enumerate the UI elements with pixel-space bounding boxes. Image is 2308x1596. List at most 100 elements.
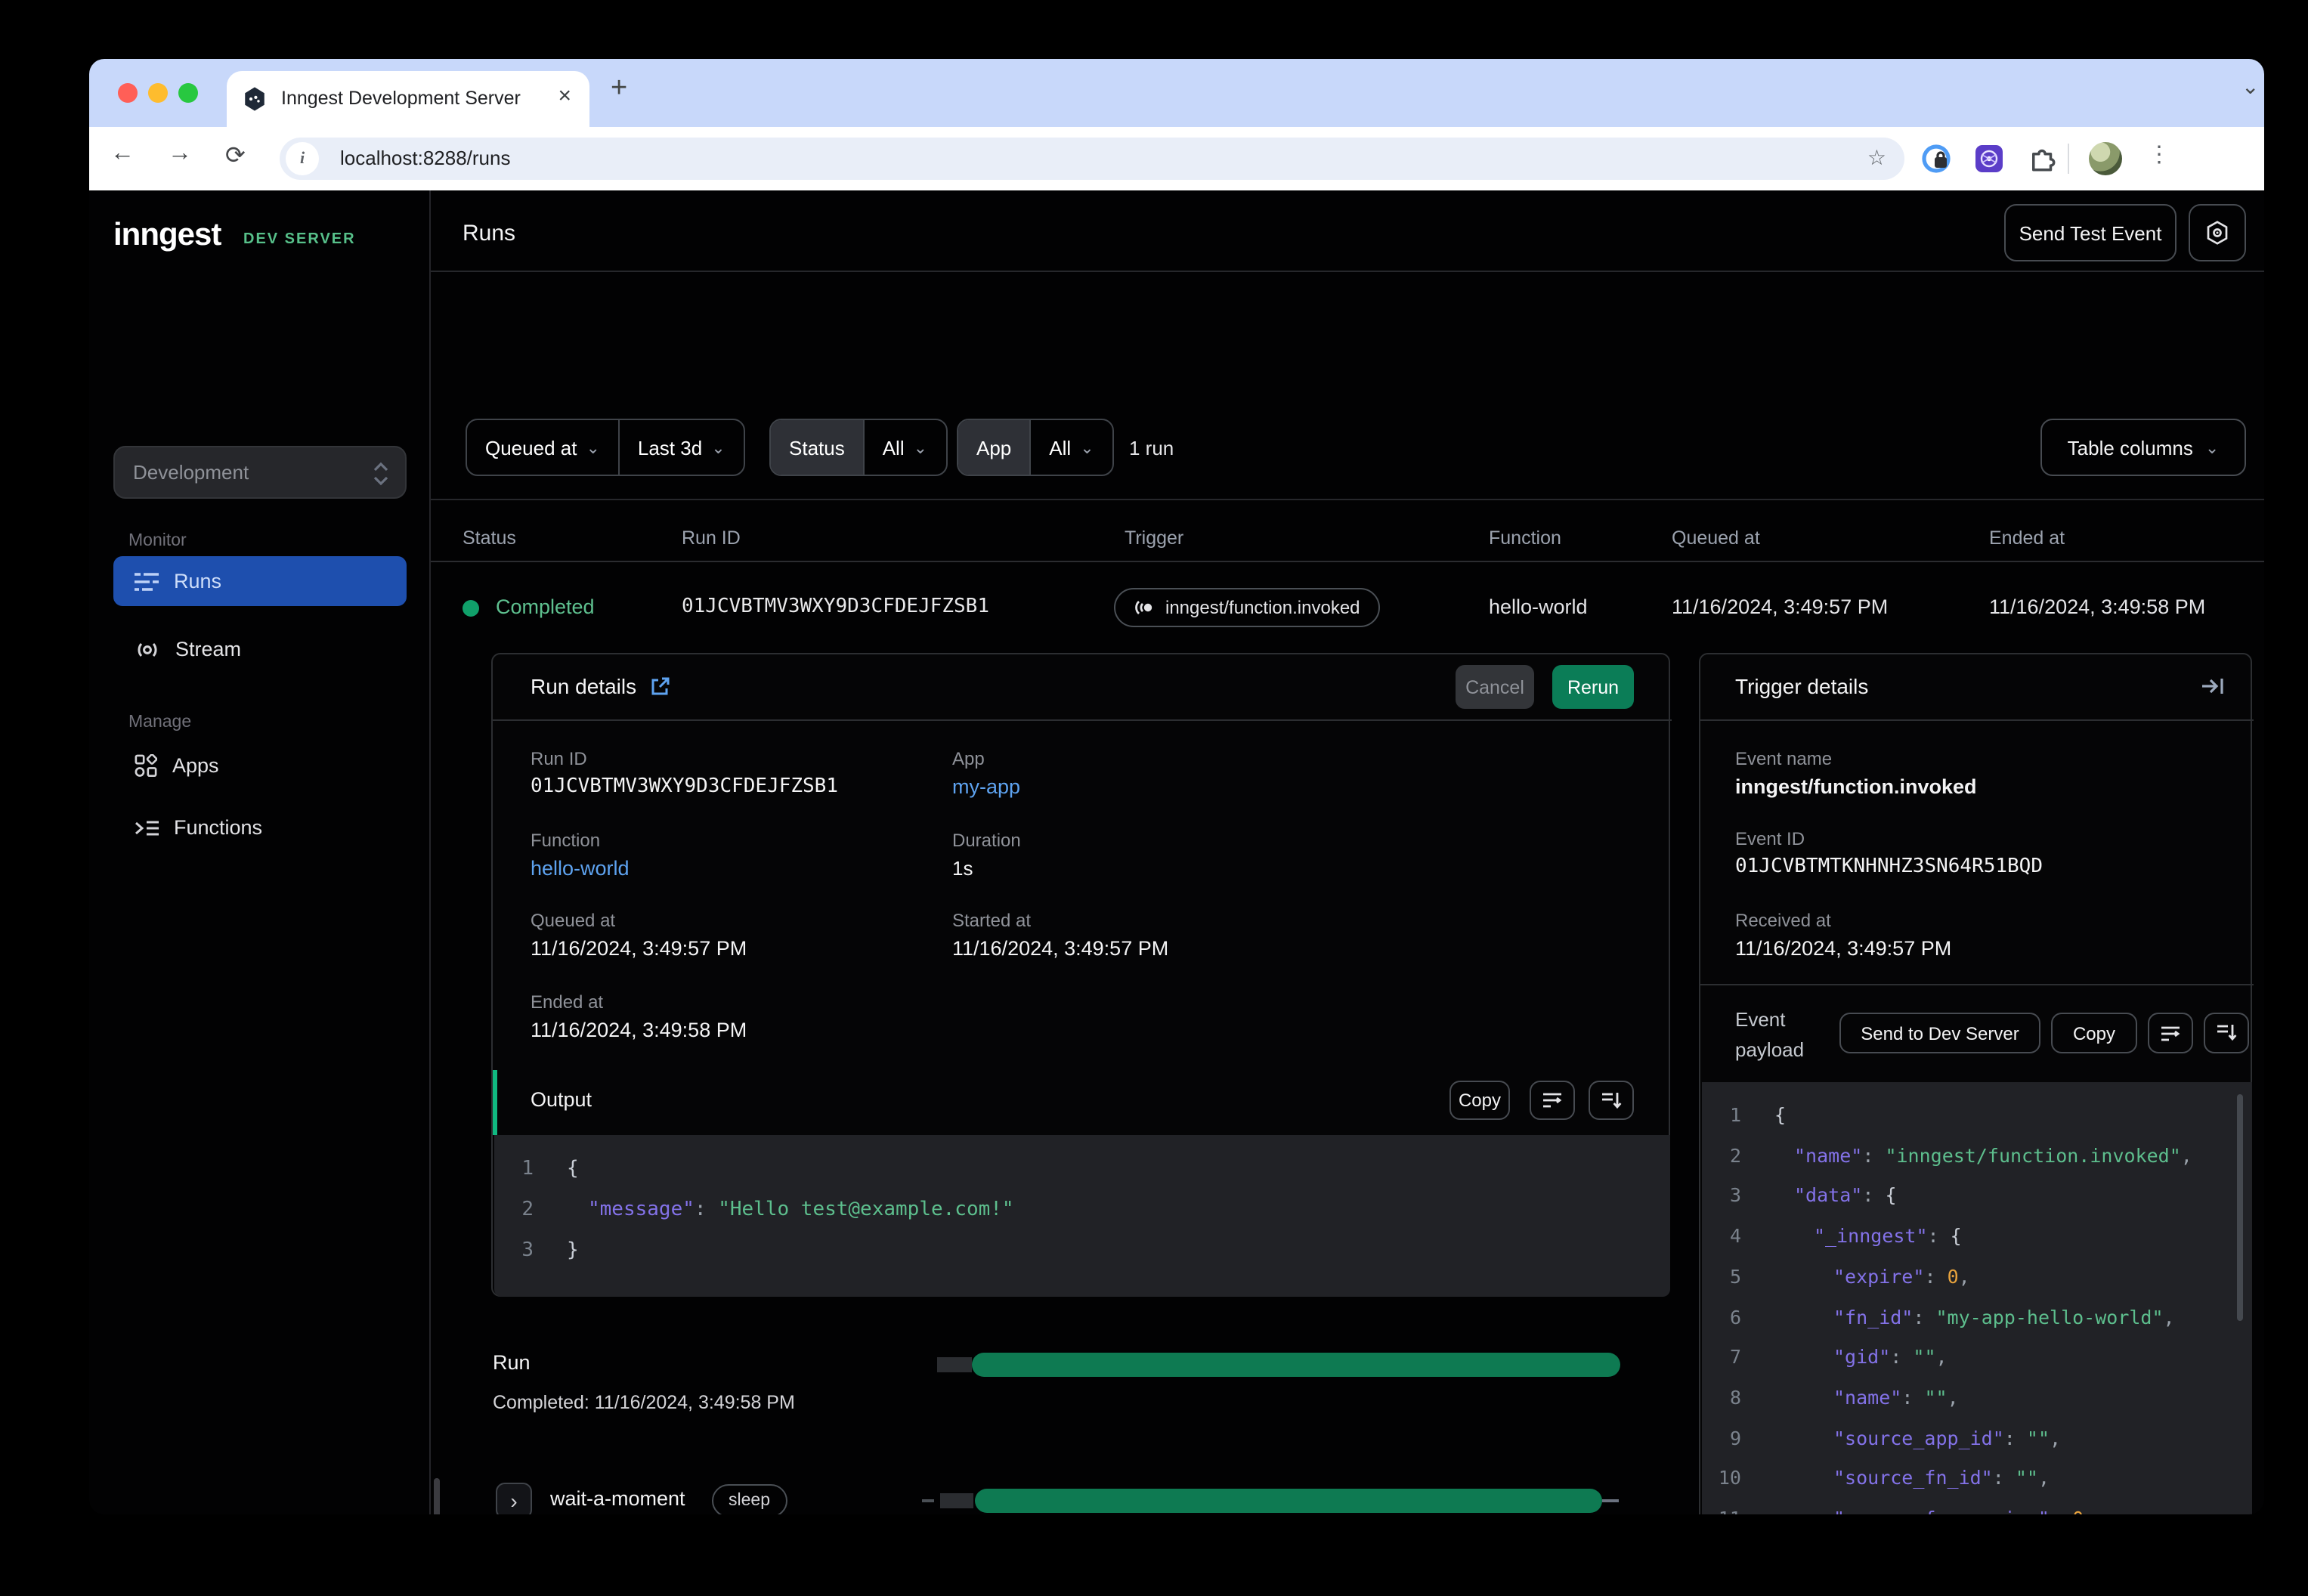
sidebar-item-functions[interactable]: Functions: [113, 803, 407, 852]
step-expand-button[interactable]: ›: [496, 1483, 532, 1514]
step-tick: [922, 1499, 934, 1502]
status-filter-value-segment[interactable]: All ⌄: [865, 420, 945, 475]
sidebar: inngest DEV SERVER Development Monitor R…: [89, 190, 431, 1514]
back-icon[interactable]: ←: [110, 141, 135, 168]
browser-toolbar: ← → ⟳ i localhost:8288/runs ☆ ⋮: [89, 127, 2264, 190]
expand-output-icon[interactable]: [1589, 1081, 1634, 1120]
collapse-panel-icon[interactable]: [2201, 676, 2226, 697]
trigger-badge[interactable]: inngest/function.invoked: [1114, 588, 1380, 627]
extensions-puzzle-icon[interactable]: [2027, 142, 2059, 174]
timeline-run-label: Run: [493, 1351, 531, 1374]
chevron-down-icon: ⌄: [586, 439, 600, 457]
field-label: Ended at: [531, 991, 604, 1013]
chevron-down-icon: ⌄: [2204, 439, 2220, 457]
received-at-value: 11/16/2024, 3:49:57 PM: [1735, 937, 1952, 960]
payload-copy-button[interactable]: Copy: [2051, 1013, 2137, 1053]
output-copy-button[interactable]: Copy: [1449, 1081, 1510, 1120]
browser-menu-icon[interactable]: ⋮: [2148, 141, 2170, 168]
payload-expand-icon[interactable]: [2204, 1013, 2249, 1053]
column-header-status: Status: [463, 527, 516, 549]
step-duration-bar[interactable]: [975, 1489, 1602, 1513]
extension-app-icon[interactable]: [1974, 144, 2004, 174]
settings-hexagon-icon: [2204, 219, 2231, 246]
main-scrollbar-thumb[interactable]: [434, 1478, 440, 1514]
app-filter-value-segment[interactable]: All ⌄: [1031, 420, 1112, 475]
profile-avatar[interactable]: [2089, 142, 2122, 175]
header-divider: [431, 271, 2264, 272]
tab-title: Inngest Development Server: [281, 88, 521, 109]
screen: Inngest Development Server × + ⌄ ← → ⟳ i…: [0, 0, 2308, 1596]
site-info-icon[interactable]: i: [286, 142, 319, 175]
output-accent-bar: [493, 1070, 497, 1135]
window-minimize-button[interactable]: [148, 83, 168, 103]
time-range-segment[interactable]: Last 3d ⌄: [617, 420, 744, 475]
row-ended-at: 11/16/2024, 3:49:58 PM: [1989, 595, 2206, 618]
step-kind-badge: sleep: [712, 1484, 787, 1514]
status-dot-icon: [463, 600, 479, 617]
field-label: Duration: [952, 830, 1021, 851]
word-wrap-icon[interactable]: [1530, 1081, 1575, 1120]
cancel-button[interactable]: Cancel: [1456, 665, 1534, 709]
status-filter-label-segment: Status: [771, 420, 865, 475]
status-filter-label: Status: [789, 436, 845, 459]
sidebar-item-runs[interactable]: Runs: [113, 556, 407, 606]
send-test-event-label: Send Test Event: [2019, 221, 2162, 244]
runs-list-icon: [135, 571, 159, 592]
sidebar-section-manage: Manage: [128, 713, 192, 732]
new-tab-button[interactable]: +: [611, 73, 627, 106]
table-row[interactable]: Completed 01JCVBTMV3WXY9D3CFDEJFZSB1 inn…: [431, 562, 2264, 656]
bookmark-star-icon[interactable]: ☆: [1867, 145, 1886, 171]
send-test-event-button[interactable]: Send Test Event: [2004, 204, 2177, 261]
table-columns-button[interactable]: Table columns ⌄: [2040, 419, 2246, 476]
filters-divider: [431, 499, 2264, 500]
browser-tab[interactable]: Inngest Development Server ×: [227, 71, 589, 127]
payload-word-wrap-icon[interactable]: [2148, 1013, 2193, 1053]
step-kind-label: sleep: [729, 1492, 770, 1510]
time-filter[interactable]: Queued at ⌄ Last 3d ⌄: [466, 419, 745, 476]
event-payload-title: Event payload: [1735, 1008, 1805, 1061]
forward-icon[interactable]: →: [168, 141, 192, 168]
tab-search-icon[interactable]: ⌄: [2241, 74, 2259, 100]
app-filter[interactable]: App All ⌄: [957, 419, 1114, 476]
sidebar-item-label: Apps: [172, 754, 219, 777]
window-close-button[interactable]: [118, 83, 138, 103]
chevron-down-icon: ⌄: [711, 439, 726, 457]
reload-icon[interactable]: ⟳: [225, 141, 246, 171]
column-header-ended-at: Ended at: [1989, 527, 2065, 549]
tab-close-icon[interactable]: ×: [558, 83, 571, 109]
field-value-queued: 11/16/2024, 3:49:57 PM: [531, 937, 747, 960]
settings-button[interactable]: [2189, 204, 2246, 261]
run-details-header: Run details: [531, 674, 671, 698]
function-link[interactable]: hello-world: [531, 857, 630, 880]
run-duration-bar[interactable]: [972, 1353, 1620, 1377]
environment-select[interactable]: Development: [113, 446, 407, 499]
sidebar-item-stream[interactable]: Stream: [113, 624, 407, 674]
status-filter[interactable]: Status All ⌄: [769, 419, 948, 476]
broadcast-icon: [1134, 598, 1155, 617]
window-zoom-button[interactable]: [178, 83, 198, 103]
status-filter-value: All: [882, 436, 905, 459]
run-details-title: Run details: [531, 674, 637, 698]
time-field-segment[interactable]: Queued at ⌄: [467, 420, 618, 475]
trigger-details-title: Trigger details: [1735, 674, 1869, 698]
send-to-dev-server-button[interactable]: Send to Dev Server: [1839, 1013, 2040, 1053]
field-label: Queued at: [531, 910, 616, 931]
app-filter-label-segment: App: [958, 420, 1032, 475]
password-manager-icon[interactable]: [1921, 144, 1951, 174]
address-bar[interactable]: i localhost:8288/runs ☆: [280, 138, 1904, 180]
apps-grid-icon: [135, 754, 157, 777]
output-copy-label: Copy: [1458, 1090, 1501, 1111]
app-link[interactable]: my-app: [952, 775, 1020, 798]
url-text[interactable]: localhost:8288/runs: [340, 147, 511, 169]
environment-select-value: Development: [133, 461, 249, 484]
functions-list-icon: [135, 817, 159, 838]
payload-scrollbar-thumb[interactable]: [2237, 1094, 2243, 1321]
external-link-icon[interactable]: [650, 676, 671, 697]
field-value-duration: 1s: [952, 857, 973, 880]
rerun-button[interactable]: Rerun: [1552, 665, 1634, 709]
step-tail-tick: [1602, 1499, 1619, 1502]
sidebar-item-apps[interactable]: Apps: [113, 741, 407, 790]
step-queue-segment: [940, 1493, 973, 1508]
run-queue-segment: [937, 1357, 972, 1372]
app-filter-label: App: [976, 436, 1012, 459]
